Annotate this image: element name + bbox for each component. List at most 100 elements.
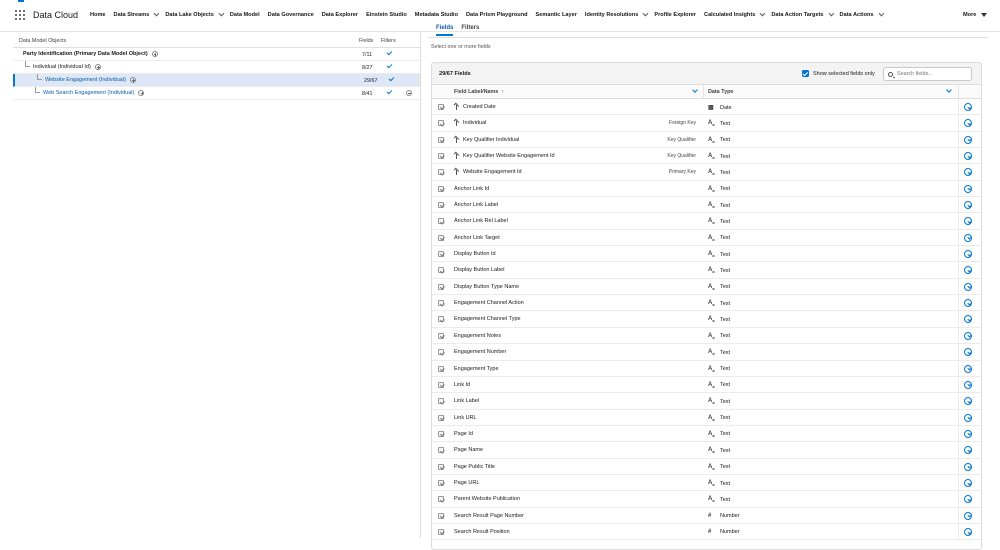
row-actions-chevron-icon[interactable] <box>964 446 972 455</box>
nav-item[interactable]: Data Governance <box>268 12 314 18</box>
table-row[interactable]: Page Public Title Aa Text <box>432 458 981 475</box>
tree-row[interactable]: Party Identification (Primary Data Model… <box>13 48 420 61</box>
table-row[interactable]: Key Qualifier Individual Key Qualifier Aa T… <box>432 131 981 149</box>
row-checkbox[interactable] <box>438 512 444 519</box>
nav-item[interactable]: Home <box>90 12 106 18</box>
row-checkbox[interactable] <box>438 430 444 437</box>
row-actions-chevron-icon[interactable] <box>964 413 972 422</box>
nav-item[interactable]: Metadata Studio <box>415 12 458 18</box>
nav-item[interactable]: Data Model <box>230 12 260 18</box>
row-checkbox[interactable] <box>438 316 444 323</box>
tree-row[interactable]: Website Engagement (Individual) 29/67 <box>13 74 420 87</box>
table-row[interactable]: Anchor Link Target Aa Text <box>432 229 981 247</box>
table-row[interactable]: Engagement Notes Aa Text <box>432 327 981 345</box>
table-row[interactable]: Individual Foreign Key Aa Text <box>432 115 981 132</box>
row-actions-chevron-icon[interactable] <box>964 495 972 504</box>
table-row[interactable]: Link Id Aa Text <box>432 376 981 394</box>
chevron-down-icon[interactable] <box>218 10 225 17</box>
row-actions-chevron-icon[interactable] <box>964 233 972 242</box>
row-checkbox[interactable] <box>438 463 444 470</box>
table-row[interactable]: Engagement Type Aa Text <box>432 360 981 377</box>
row-checkbox[interactable] <box>438 153 444 160</box>
row-checkbox[interactable] <box>438 267 444 274</box>
row-checkbox[interactable] <box>438 479 444 486</box>
add-related-icon[interactable] <box>129 77 136 83</box>
table-row[interactable]: Page Name Aa Text <box>432 442 981 459</box>
tab-fields[interactable]: Fields <box>436 25 454 36</box>
row-checkbox[interactable] <box>438 300 444 307</box>
table-row[interactable]: Link Label Aa Text <box>432 393 981 410</box>
row-actions-chevron-icon[interactable] <box>964 380 972 389</box>
search-fields-box[interactable] <box>883 67 972 81</box>
table-row[interactable]: Page URL Aa Text <box>432 474 981 492</box>
row-actions-chevron-icon[interactable] <box>964 250 972 259</box>
row-actions-chevron-icon[interactable] <box>964 135 972 144</box>
row-actions-chevron-icon[interactable] <box>964 527 972 536</box>
nav-item[interactable]: Identity Resolutions <box>585 10 649 18</box>
col-field-label-header[interactable]: Field Label/Name ↑ <box>454 89 504 95</box>
row-checkbox[interactable] <box>438 332 444 339</box>
nav-item[interactable]: Semantic Layer <box>536 12 577 18</box>
nav-item[interactable]: Einstein Studio <box>366 12 407 18</box>
nav-item[interactable]: Profile Explorer <box>654 12 696 18</box>
row-actions-chevron-icon[interactable] <box>964 348 972 357</box>
tree-item-label[interactable]: Party Identification (Primary Data Model… <box>23 51 158 57</box>
nav-item[interactable]: Data Lake Objects <box>165 10 225 18</box>
row-checkbox[interactable] <box>438 104 444 110</box>
table-row[interactable]: Anchor Link Id Aa Text <box>432 180 981 198</box>
row-checkbox[interactable] <box>438 202 444 209</box>
row-checkbox[interactable] <box>438 120 444 127</box>
nav-item[interactable]: Data Actions <box>840 10 884 18</box>
table-row[interactable]: Key Qualifier Website Engagement Id Key Q… <box>432 148 981 165</box>
row-checkbox[interactable] <box>438 447 444 454</box>
table-row[interactable]: Engagement Number Aa Text <box>432 344 981 361</box>
table-row[interactable]: Anchor Link Rel Label Aa Text <box>432 213 981 230</box>
chevron-down-icon[interactable] <box>642 10 649 17</box>
row-actions-chevron-icon[interactable] <box>964 119 972 128</box>
row-actions-chevron-icon[interactable] <box>964 478 972 487</box>
row-checkbox[interactable] <box>438 414 444 421</box>
row-actions-chevron-icon[interactable] <box>964 266 972 275</box>
add-related-icon[interactable] <box>151 51 158 57</box>
row-checkbox[interactable] <box>438 283 444 290</box>
row-checkbox[interactable] <box>438 169 444 176</box>
nav-item[interactable]: Calculated Insights <box>704 10 766 18</box>
chevron-down-icon[interactable] <box>828 10 834 17</box>
row-actions-chevron-icon[interactable] <box>964 315 972 324</box>
chevron-down-icon[interactable] <box>946 87 952 93</box>
tab-filters[interactable]: Filters <box>461 25 479 36</box>
add-related-icon[interactable] <box>138 90 145 96</box>
tree-row[interactable]: Individual (Individual Id) 8/27 <box>13 61 420 74</box>
show-selected-toggle[interactable]: Show selected fields only <box>802 70 875 77</box>
table-row[interactable]: Anchor Link Label Aa Text <box>432 197 981 214</box>
row-actions-chevron-icon[interactable] <box>964 103 972 111</box>
row-checkbox[interactable] <box>438 251 444 258</box>
row-checkbox[interactable] <box>438 136 444 143</box>
nav-more-menu[interactable]: More <box>963 12 988 18</box>
checkbox-checked-icon[interactable] <box>802 70 809 77</box>
row-actions-chevron-icon[interactable] <box>964 299 972 308</box>
tree-item-label[interactable]: Web Search Engagement (Individual) <box>43 90 145 96</box>
table-row[interactable]: Engagement Channel Action Aa Text <box>432 295 981 312</box>
nav-item[interactable]: Data Streams <box>114 10 160 18</box>
table-row[interactable]: Search Result Position # Number <box>432 523 981 541</box>
row-actions-chevron-icon[interactable] <box>964 511 972 520</box>
tree-row[interactable]: Web Search Engagement (Individual) 8/41 <box>13 87 420 100</box>
table-row[interactable]: Link URL Aa Text <box>432 409 981 426</box>
row-checkbox[interactable] <box>438 365 444 372</box>
row-actions-chevron-icon[interactable] <box>964 331 972 340</box>
row-actions-chevron-icon[interactable] <box>964 462 972 471</box>
nav-item[interactable]: Data Prism Playground <box>466 12 528 18</box>
table-row[interactable]: Parent Website Publication Aa Text <box>432 491 981 508</box>
nav-item[interactable]: Data Explorer <box>322 12 358 18</box>
row-actions-chevron-icon[interactable] <box>964 397 972 406</box>
row-checkbox[interactable] <box>438 185 444 192</box>
table-row[interactable]: Search Result Page Number # Number <box>432 507 981 524</box>
table-row[interactable]: Display Button Id Aa Text <box>432 246 981 263</box>
row-checkbox[interactable] <box>438 528 444 535</box>
row-checkbox[interactable] <box>438 218 444 225</box>
row-actions-chevron-icon[interactable] <box>964 282 972 291</box>
table-row[interactable]: Display Button Type Name Aa Text <box>432 278 981 296</box>
row-actions-chevron-icon[interactable] <box>964 184 972 193</box>
row-actions-chevron-icon[interactable] <box>964 364 972 373</box>
